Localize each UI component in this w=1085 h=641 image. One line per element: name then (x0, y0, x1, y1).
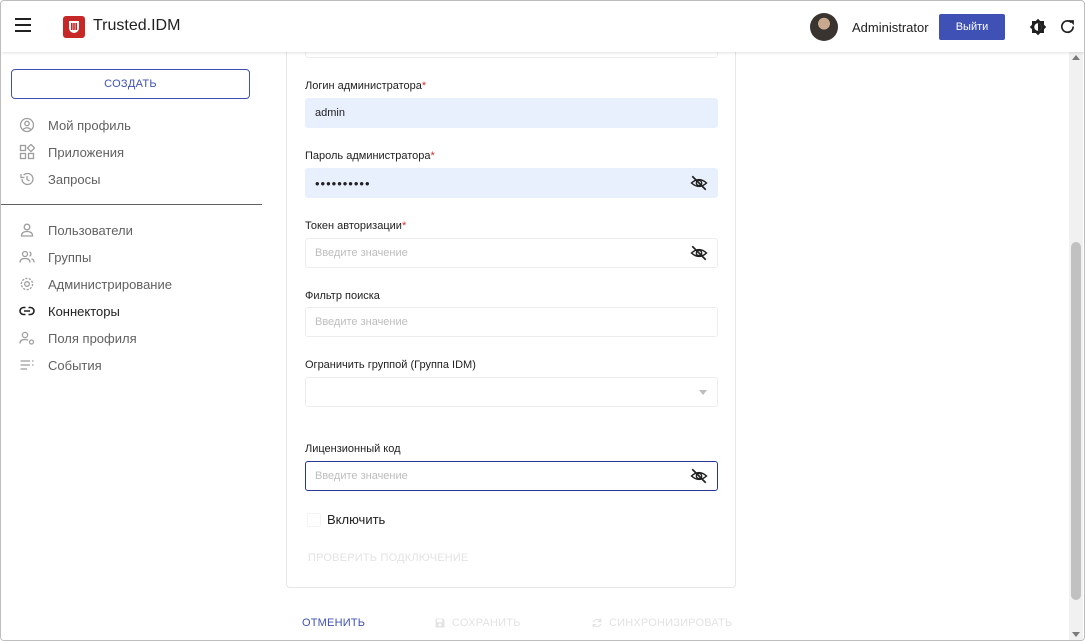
sidebar-item-groups[interactable]: Группы (19, 247, 91, 267)
scroll-thumb[interactable] (1071, 242, 1081, 600)
sync-button[interactable]: СИНХРОНИЗИРОВАТЬ (591, 617, 732, 629)
save-label: СОХРАНИТЬ (452, 617, 521, 629)
test-connection-button[interactable]: ПРОВЕРИТЬ ПОДКЛЮЧЕНИЕ (308, 552, 469, 564)
app-header: Trusted.IDM Administrator Выйти (1, 1, 1084, 52)
license-code-input[interactable] (315, 462, 690, 490)
sidebar-item-profile-fields[interactable]: Поля профиля (19, 328, 137, 348)
cancel-button[interactable]: ОТМЕНИТЬ (302, 617, 365, 629)
list-icon (20, 360, 34, 370)
scroll-up-icon[interactable] (1072, 55, 1080, 60)
admin-login-label: Логин администратора* (305, 80, 427, 92)
license-code-label: Лицензионный код (305, 443, 401, 455)
admin-login-input[interactable] (315, 99, 708, 127)
admin-login-field[interactable] (305, 98, 718, 128)
eye-off-icon[interactable] (690, 244, 708, 262)
sidebar-item-my-profile[interactable]: Мой профиль (19, 115, 131, 135)
page-scrollbar[interactable] (1069, 52, 1083, 640)
auth-token-label: Токен авторизации* (305, 220, 407, 232)
license-code-field[interactable] (305, 461, 718, 491)
logo-icon (63, 16, 85, 38)
sidebar-item-label: Приложения (48, 144, 125, 160)
app-window: Trusted.IDM Administrator Выйти СОЗДАТЬ … (0, 0, 1085, 641)
save-icon (435, 618, 445, 628)
app-title: Trusted.IDM (93, 17, 181, 34)
connector-form-card: Логин администратора* Пароль администрат… (286, 1, 736, 588)
sidebar-item-administration[interactable]: Администрирование (19, 274, 172, 294)
sidebar-item-apps[interactable]: Приложения (19, 142, 124, 162)
admin-password-label: Пароль администратора* (305, 150, 435, 162)
sync-label: СИНХРОНИЗИРОВАТЬ (609, 617, 733, 629)
enable-checkbox[interactable] (307, 512, 321, 527)
avatar[interactable] (810, 13, 838, 41)
sidebar-item-connectors[interactable]: Коннекторы (19, 301, 120, 321)
sidebar-item-label: Поля профиля (48, 330, 137, 346)
create-button[interactable]: СОЗДАТЬ (11, 69, 250, 99)
sidebar-item-label: Запросы (48, 171, 101, 187)
sync-icon (592, 618, 602, 628)
sidebar-item-users[interactable]: Пользователи (19, 220, 133, 240)
sidebar-divider (1, 204, 262, 205)
history-icon (20, 172, 34, 186)
sidebar-item-label: Мой профиль (48, 117, 131, 133)
sidebar-item-label: Администрирование (48, 276, 172, 292)
link-icon (19, 306, 35, 316)
scroll-down-icon[interactable] (1072, 632, 1080, 637)
auth-token-field[interactable] (305, 238, 718, 268)
sidebar-item-events[interactable]: События (19, 355, 102, 375)
profile-fields-icon (19, 331, 35, 345)
enable-row[interactable]: Включить (307, 512, 385, 527)
eye-off-icon[interactable] (690, 174, 708, 192)
sidebar-item-requests[interactable]: Запросы (19, 169, 100, 189)
group-limit-label: Ограничить группой (Группа IDM) (305, 359, 476, 371)
search-filter-label: Фильтр поиска (305, 290, 380, 302)
menu-icon[interactable] (15, 18, 33, 34)
sidebar-item-label: Группы (48, 249, 92, 265)
theme-icon[interactable] (1029, 18, 1047, 36)
user-name: Administrator (852, 20, 929, 35)
search-filter-field[interactable] (305, 307, 718, 337)
save-button[interactable]: СОХРАНИТЬ (434, 617, 521, 629)
apps-icon (19, 144, 35, 160)
auth-token-input[interactable] (315, 239, 690, 267)
logout-button[interactable]: Выйти (939, 14, 1005, 40)
admin-password-field[interactable]: •••••••••• (305, 168, 718, 198)
sidebar-item-label: Коннекторы (48, 303, 120, 319)
search-filter-input[interactable] (315, 308, 708, 336)
user-circle-icon (19, 117, 35, 133)
group-limit-select[interactable] (305, 377, 718, 407)
chevron-down-icon[interactable] (699, 390, 707, 395)
sidebar-item-label: Пользователи (48, 222, 133, 238)
eye-off-icon[interactable] (690, 467, 708, 485)
sidebar-item-label: События (48, 357, 102, 373)
group-icon (19, 250, 35, 263)
refresh-icon[interactable] (1059, 18, 1076, 35)
sidebar: СОЗДАТЬ Мой профиль Приложения Запросы П… (1, 52, 263, 640)
gear-icon (20, 277, 34, 291)
admin-password-value[interactable]: •••••••••• (315, 176, 690, 191)
enable-label: Включить (327, 512, 386, 527)
user-icon (20, 223, 34, 237)
